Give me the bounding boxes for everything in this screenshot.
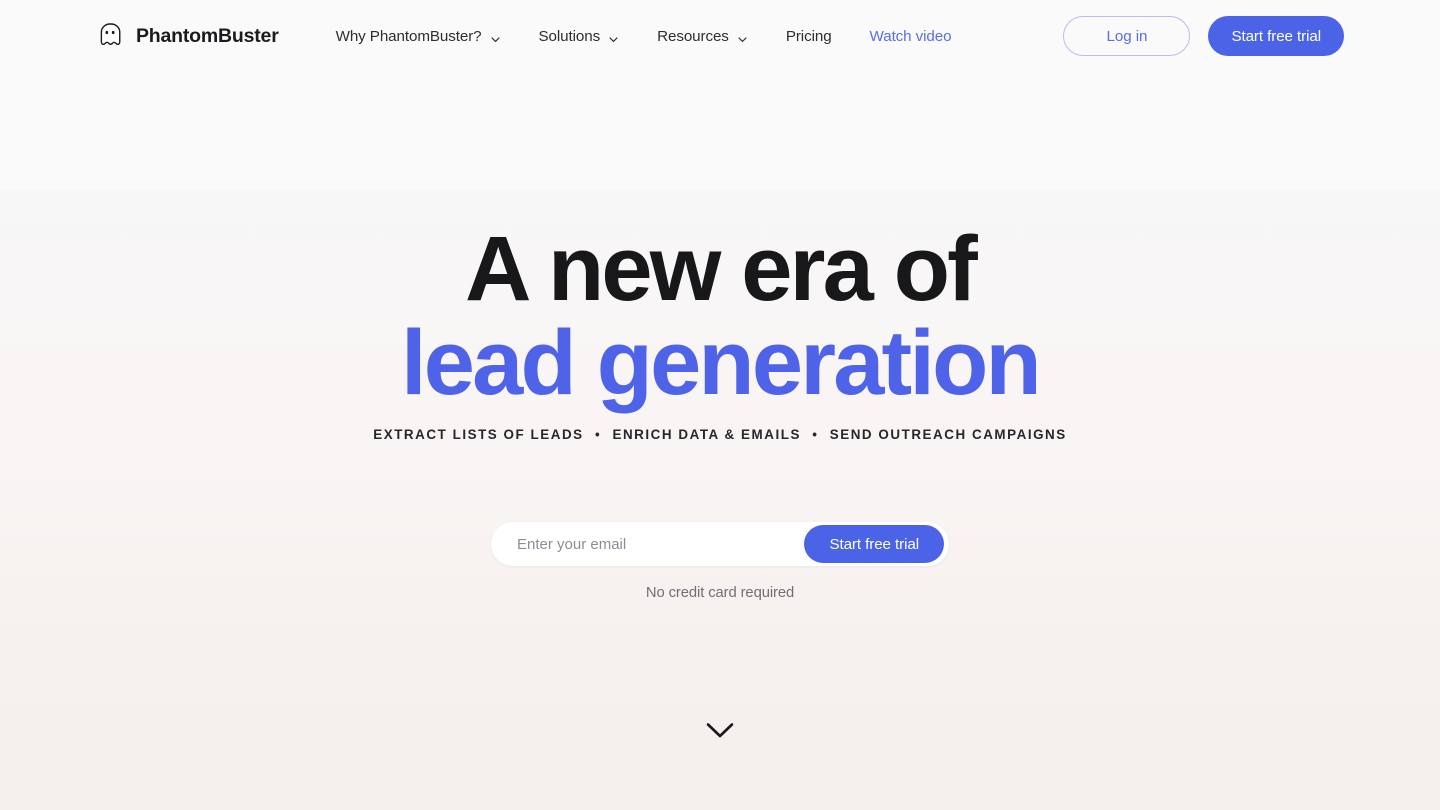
tagline-separator: • xyxy=(812,427,819,442)
start-free-trial-nav-button[interactable]: Start free trial xyxy=(1208,16,1344,56)
tagline-separator: • xyxy=(594,427,602,442)
nav-label: Watch video xyxy=(869,27,952,45)
nav-item-why-phantombuster[interactable]: Why PhantomBuster? xyxy=(336,20,501,53)
hero-tagline: EXTRACT LISTS OF LEADS • ENRICH DATA & E… xyxy=(0,427,1440,442)
page-title: A new era of lead generation xyxy=(0,222,1440,410)
tagline-part-2: ENRICH DATA & EMAILS xyxy=(612,427,801,442)
tagline-part-3: SEND OUTREACH CAMPAIGNS xyxy=(829,427,1067,442)
chevron-down-icon xyxy=(706,723,734,738)
chevron-down-icon xyxy=(608,32,619,43)
nav-actions: Log in Start free trial xyxy=(1063,16,1344,56)
signup-form: Start free trial xyxy=(491,522,949,566)
ghost-icon xyxy=(95,21,125,51)
headline-line-2: lead generation xyxy=(401,312,1042,414)
nav-label: Pricing xyxy=(785,27,832,45)
start-free-trial-hero-button[interactable]: Start free trial xyxy=(804,525,944,563)
login-button[interactable]: Log in xyxy=(1063,16,1191,56)
scroll-down-button[interactable] xyxy=(703,718,737,742)
chevron-down-icon xyxy=(490,32,501,43)
chevron-down-icon xyxy=(737,32,748,43)
nav-item-watch-video[interactable]: Watch video xyxy=(870,20,952,53)
page-root: PhantomBuster Why PhantomBuster? Solutio… xyxy=(0,0,1440,810)
nav-label: Solutions xyxy=(538,27,601,45)
brand-logo-link[interactable]: PhantomBuster xyxy=(95,21,279,51)
tagline-part-1: EXTRACT LISTS OF LEADS xyxy=(373,427,584,442)
nav-item-solutions[interactable]: Solutions xyxy=(539,20,620,53)
no-credit-card-note: No credit card required xyxy=(645,585,795,601)
nav-label: Resources xyxy=(657,27,729,45)
main-navbar: PhantomBuster Why PhantomBuster? Solutio… xyxy=(0,0,1440,72)
nav-item-resources[interactable]: Resources xyxy=(657,20,748,53)
nav-label: Why PhantomBuster? xyxy=(335,27,482,45)
nav-links: Why PhantomBuster? Solutions Resources P… xyxy=(336,20,990,53)
nav-item-pricing[interactable]: Pricing xyxy=(786,20,832,53)
brand-name: PhantomBuster xyxy=(136,24,279,47)
headline-line-1: A new era of xyxy=(465,218,978,320)
hero-section: A new era of lead generation EXTRACT LIS… xyxy=(0,0,1440,810)
